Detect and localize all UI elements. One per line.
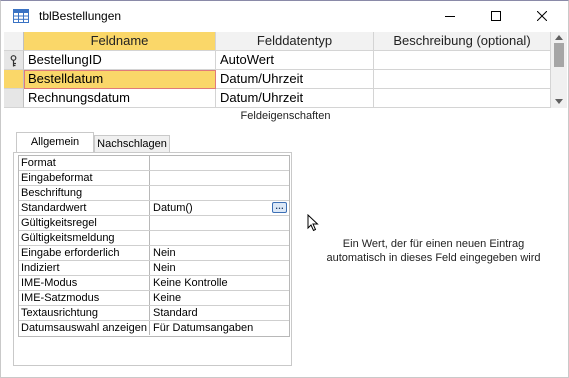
property-row: Datumsauswahl anzeigen Für Datumsangaben (19, 321, 289, 336)
property-name[interactable]: Format (19, 156, 150, 170)
help-line-1: Ein Wert, der für einen neuen Eintrag (342, 238, 525, 250)
property-value[interactable] (150, 231, 289, 245)
row-selector[interactable] (4, 89, 24, 108)
property-name[interactable]: Textausrichtung (19, 306, 150, 320)
header-selector[interactable] (4, 32, 24, 51)
field-type-cell[interactable]: Datum/Uhrzeit (216, 70, 374, 89)
scroll-thumb[interactable] (554, 43, 564, 67)
field-description-cell[interactable] (374, 51, 551, 70)
tab-lookup[interactable]: Nachschlagen (94, 135, 170, 153)
field-type-cell[interactable]: AutoWert (216, 51, 374, 70)
field-row: BestellungID AutoWert (4, 51, 551, 70)
property-value[interactable] (150, 186, 289, 200)
header-field-name[interactable]: Feldname (24, 32, 216, 51)
header-data-type[interactable]: Felddatentyp (216, 32, 374, 51)
property-name[interactable]: Gültigkeitsmeldung (19, 231, 150, 245)
property-row: Eingabeformat (19, 171, 289, 186)
property-value[interactable]: Keine Kontrolle (150, 276, 289, 290)
scroll-up-icon[interactable] (555, 35, 563, 40)
row-selector[interactable] (4, 70, 24, 89)
property-value[interactable] (150, 216, 289, 230)
property-name[interactable]: Eingabeformat (19, 171, 150, 185)
default-value-text[interactable]: Datum() (153, 202, 193, 214)
property-row: IME-Satzmodus Keine (19, 291, 289, 306)
grid-vertical-scrollbar[interactable] (551, 32, 567, 108)
window-title: tblBestellungen (39, 9, 122, 23)
property-value[interactable]: Für Datumsangaben (150, 321, 289, 335)
field-row-selected: Bestelldatum Datum/Uhrzeit (4, 70, 551, 89)
property-value[interactable]: Nein (150, 261, 289, 275)
title-bar: tblBestellungen (1, 1, 568, 31)
close-icon (537, 11, 547, 21)
primary-key-icon (9, 54, 18, 69)
field-name-cell[interactable]: Bestelldatum (24, 70, 216, 89)
help-line-2: automatisch in dieses Feld eingegeben wi… (326, 252, 541, 264)
field-description-cell[interactable] (374, 89, 551, 108)
maximize-button[interactable] (473, 1, 519, 31)
property-row: IME-Modus Keine Kontrolle (19, 276, 289, 291)
property-name[interactable]: IME-Modus (19, 276, 150, 290)
field-properties-label: Feldeigenschaften (240, 110, 331, 122)
property-value[interactable]: Standard (150, 306, 289, 320)
property-value[interactable] (150, 171, 289, 185)
property-row: Beschriftung (19, 186, 289, 201)
property-value[interactable]: Datum() (150, 201, 289, 215)
property-row: Textausrichtung Standard (19, 306, 289, 321)
scroll-down-icon[interactable] (555, 99, 563, 104)
tab-general[interactable]: Allgemein (16, 132, 94, 154)
field-row: Rechnungsdatum Datum/Uhrzeit (4, 89, 551, 108)
property-name[interactable]: Beschriftung (19, 186, 150, 200)
property-help-text: Ein Wert, der für einen neuen Eintrag au… (301, 237, 566, 265)
property-name[interactable]: Gültigkeitsregel (19, 216, 150, 230)
field-grid: Feldname Felddatentyp Beschreibung (opti… (4, 32, 551, 108)
minimize-icon (445, 16, 455, 17)
property-row-default-value: Standardwert Datum() … (19, 201, 289, 216)
grid-header-row: Feldname Felddatentyp Beschreibung (opti… (4, 32, 551, 51)
close-button[interactable] (519, 1, 565, 31)
minimize-button[interactable] (427, 1, 473, 31)
field-name-cell[interactable]: Rechnungsdatum (24, 89, 216, 108)
field-properties-panel: Format Eingabeformat Beschriftung Standa… (13, 152, 292, 366)
table-icon (13, 9, 29, 23)
header-description[interactable]: Beschreibung (optional) (374, 32, 551, 51)
property-name[interactable]: Indiziert (19, 261, 150, 275)
row-selector[interactable] (4, 51, 24, 70)
property-name[interactable]: Datumsauswahl anzeigen (19, 321, 150, 335)
property-row: Indiziert Nein (19, 261, 289, 276)
property-name[interactable]: IME-Satzmodus (19, 291, 150, 305)
field-description-cell[interactable] (374, 70, 551, 89)
field-name-cell[interactable]: BestellungID (24, 51, 216, 70)
property-row: Gültigkeitsmeldung (19, 231, 289, 246)
property-value[interactable]: Nein (150, 246, 289, 260)
maximize-icon (491, 11, 501, 21)
property-row: Format (19, 156, 289, 171)
property-value[interactable] (150, 156, 289, 170)
property-value[interactable]: Keine (150, 291, 289, 305)
property-row: Eingabe erforderlich Nein (19, 246, 289, 261)
field-type-cell[interactable]: Datum/Uhrzeit (216, 89, 374, 108)
mouse-pointer-icon (307, 213, 319, 235)
expression-builder-button[interactable]: … (272, 202, 287, 213)
property-row: Gültigkeitsregel (19, 216, 289, 231)
property-sheet: Format Eingabeformat Beschriftung Standa… (18, 155, 290, 337)
table-design-window: tblBestellungen Feldname Felddatentyp Be… (0, 0, 569, 378)
property-name[interactable]: Standardwert (19, 201, 150, 215)
property-name[interactable]: Eingabe erforderlich (19, 246, 150, 260)
